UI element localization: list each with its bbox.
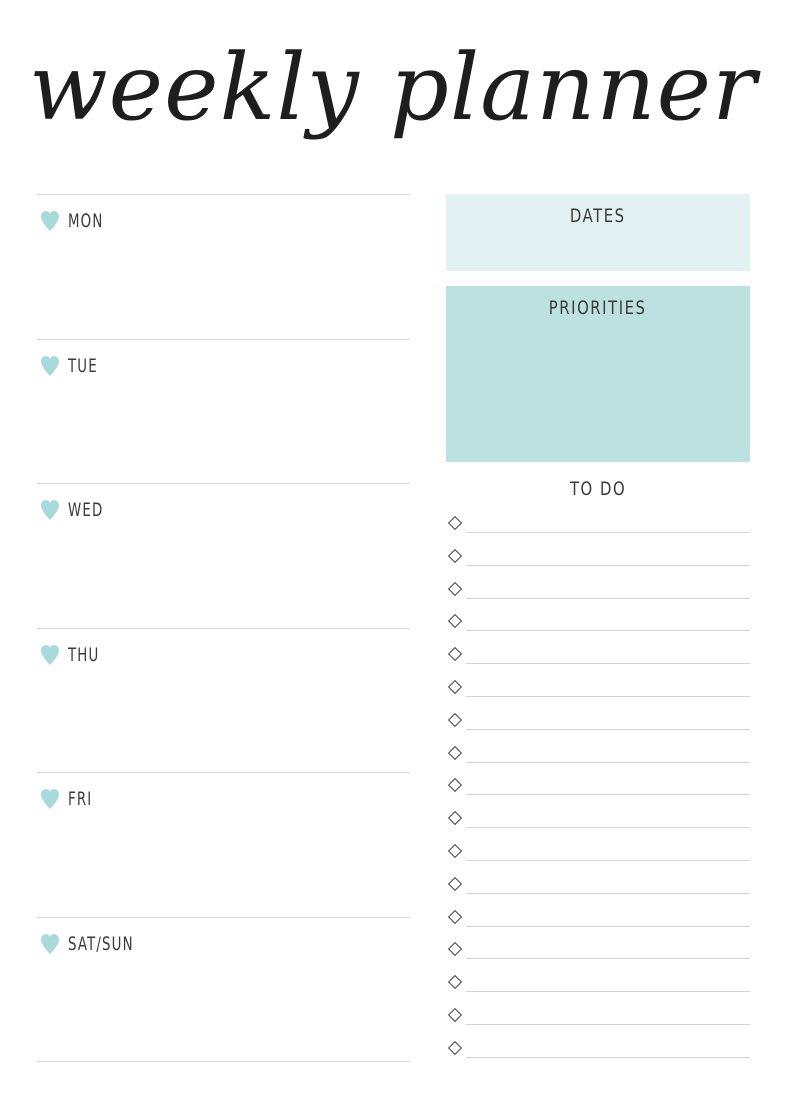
todo-item[interactable] <box>446 843 750 864</box>
todo-line <box>466 827 750 829</box>
planner-page: weekly planner MON TUE WED THU FRI SAT/S… <box>0 0 786 1093</box>
todo-item[interactable] <box>446 909 750 930</box>
day-divider <box>37 1061 410 1062</box>
dates-heading: DATES <box>446 205 750 227</box>
diamond-bullet-icon <box>447 581 463 596</box>
day-label-thu: THU <box>68 644 100 666</box>
todo-item[interactable] <box>446 647 750 667</box>
todo-line <box>466 860 750 861</box>
day-header-satsun: SAT/SUN <box>40 932 152 956</box>
todo-line <box>466 925 750 927</box>
todo-line <box>466 892 750 894</box>
diamond-bullet-icon <box>447 1040 463 1055</box>
day-label-wed: WED <box>68 499 104 521</box>
diamond-bullet-icon <box>447 778 463 793</box>
todo-item[interactable] <box>446 679 750 700</box>
heart-icon <box>41 356 59 376</box>
day-divider <box>37 483 410 484</box>
day-header-mon: MON <box>40 209 114 233</box>
todo-item[interactable] <box>446 876 750 897</box>
todo-item[interactable] <box>446 614 750 634</box>
todo-item[interactable] <box>446 745 750 766</box>
diamond-bullet-icon <box>447 548 463 563</box>
todo-line <box>466 630 750 632</box>
todo-line <box>466 532 750 533</box>
todo-item[interactable] <box>446 942 750 962</box>
todo-item[interactable] <box>446 1040 750 1061</box>
diamond-bullet-icon <box>447 975 463 990</box>
day-label-satsun: SAT/SUN <box>68 933 134 955</box>
diamond-bullet-icon <box>447 811 463 826</box>
diamond-bullet-icon <box>447 1007 463 1023</box>
dates-heading-text: DATES <box>570 205 626 227</box>
todo-line <box>466 728 750 730</box>
day-divider <box>37 194 410 195</box>
todo-line <box>466 991 750 993</box>
todo-item[interactable] <box>446 1007 750 1028</box>
diamond-bullet-icon <box>447 942 463 957</box>
todo-line <box>466 663 750 665</box>
day-header-wed: WED <box>40 498 113 522</box>
todo-item[interactable] <box>446 515 750 536</box>
page-title: weekly planner <box>28 34 758 141</box>
diamond-bullet-icon <box>447 712 463 727</box>
todo-line <box>466 1024 750 1025</box>
todo-line <box>466 696 750 697</box>
todo-item[interactable] <box>446 581 750 602</box>
todo-line <box>466 564 750 566</box>
priorities-heading: PRIORITIES <box>446 297 750 319</box>
heart-icon <box>41 500 59 520</box>
diamond-bullet-icon <box>447 647 463 662</box>
day-divider <box>37 917 410 918</box>
diamond-bullet-icon <box>447 515 463 531</box>
diamond-bullet-icon <box>447 876 463 891</box>
day-label-fri: FRI <box>68 788 93 810</box>
heart-icon <box>41 934 59 954</box>
todo-item[interactable] <box>446 975 750 995</box>
todo-line <box>466 597 750 599</box>
diamond-bullet-icon <box>447 679 463 695</box>
todo-item[interactable] <box>446 548 750 569</box>
todo-heading: TO DO <box>446 478 750 500</box>
priorities-heading-text: PRIORITIES <box>549 297 647 319</box>
day-header-fri: FRI <box>40 787 99 811</box>
diamond-bullet-icon <box>447 745 463 760</box>
todo-item[interactable] <box>446 811 750 831</box>
day-divider <box>37 628 410 629</box>
day-divider <box>37 339 410 340</box>
day-label-mon: MON <box>68 210 104 232</box>
day-label-tue: TUE <box>68 355 98 377</box>
day-header-thu: THU <box>40 643 108 667</box>
todo-line <box>466 794 750 796</box>
day-divider <box>37 772 410 773</box>
todo-item[interactable] <box>446 778 750 798</box>
diamond-bullet-icon <box>447 843 463 859</box>
todo-line <box>466 761 750 763</box>
todo-line <box>466 958 750 960</box>
todo-item[interactable] <box>446 712 750 733</box>
diamond-bullet-icon <box>447 614 463 629</box>
heart-icon <box>41 211 59 231</box>
heart-icon <box>41 645 59 665</box>
todo-heading-text: TO DO <box>569 478 627 500</box>
diamond-bullet-icon <box>447 909 463 924</box>
day-header-tue: TUE <box>40 354 106 378</box>
heart-icon <box>41 789 59 809</box>
todo-line <box>466 1056 750 1058</box>
